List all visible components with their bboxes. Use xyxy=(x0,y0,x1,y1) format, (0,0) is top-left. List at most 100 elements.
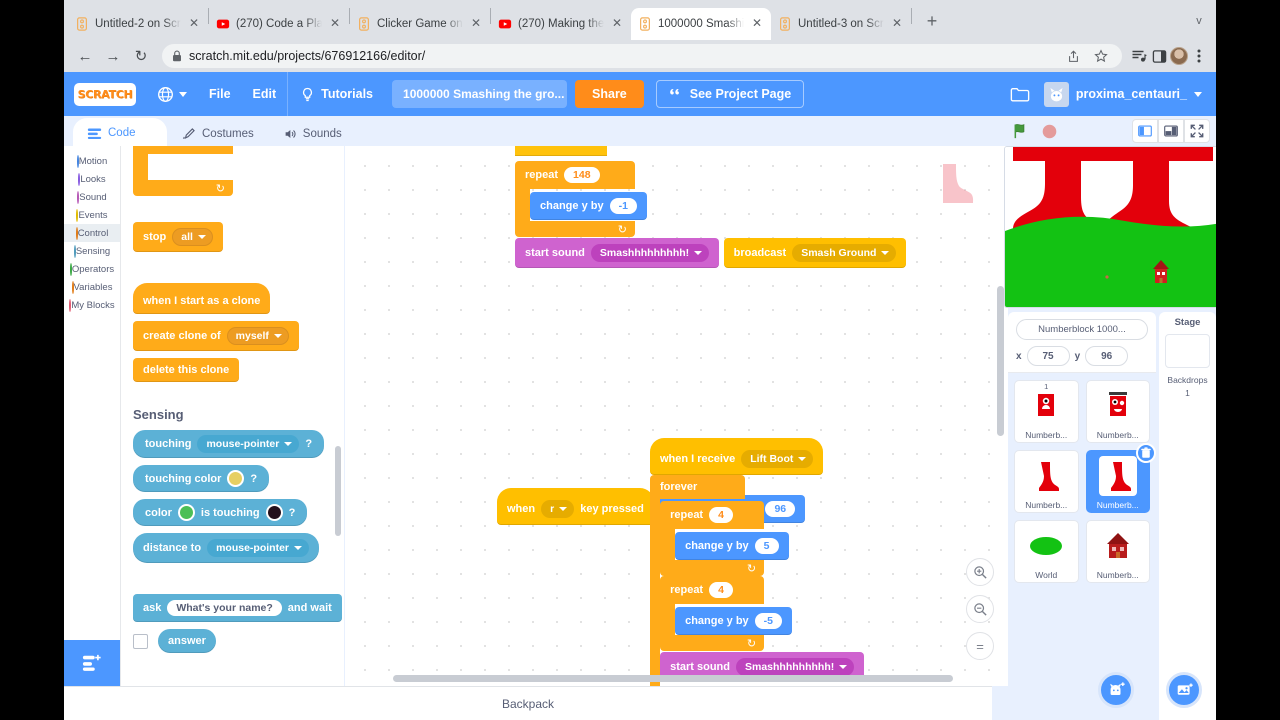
start-sound-dropdown[interactable]: Smashhhhhhhhh! xyxy=(735,658,855,676)
sprite-tile-selected[interactable]: Numberb... xyxy=(1085,443,1156,513)
change-y-value-input[interactable]: -5 xyxy=(754,613,782,629)
backdrop-thumbnail[interactable] xyxy=(1165,334,1210,368)
color-swatch-icon[interactable] xyxy=(177,504,195,521)
category-looks[interactable]: Looks xyxy=(64,170,120,188)
block-change-y-by[interactable]: change y by 5 xyxy=(675,532,789,560)
tab-close-icon[interactable]: ✕ xyxy=(890,17,904,31)
sprite-tile[interactable]: 1 Numberb... xyxy=(1014,380,1079,443)
tab-code[interactable]: Code xyxy=(73,118,167,148)
broadcast-dropdown[interactable]: Smash Ground xyxy=(792,244,897,262)
block-touching[interactable]: touching mouse-pointer ? xyxy=(133,430,325,458)
block-change-y-by[interactable]: change y by -5 xyxy=(675,607,792,635)
menu-edit[interactable]: Edit xyxy=(242,72,288,116)
category-control[interactable]: Control xyxy=(64,224,120,242)
browser-tab[interactable]: Untitled-3 on Scratch ✕ xyxy=(771,8,911,40)
scratch-logo[interactable]: SCRATCH xyxy=(74,82,136,106)
block-start-sound[interactable]: start sound Smashhhhhhhhh! xyxy=(515,238,720,268)
delete-sprite-button[interactable] xyxy=(1136,443,1156,463)
category-events[interactable]: Events xyxy=(64,206,120,224)
repeat-4-up-top[interactable]: repeat 4 xyxy=(660,501,765,529)
sprite-name-input[interactable]: Numberblock 1000... xyxy=(1016,319,1148,340)
repeat-148-bottom[interactable]: ↻ xyxy=(515,221,635,237)
browser-tab-active[interactable]: 1000000 Smashing th ✕ xyxy=(631,8,771,40)
language-selector[interactable] xyxy=(146,72,198,116)
block-when-key-pressed[interactable]: when r key pressed xyxy=(497,488,654,525)
block-broadcast[interactable]: broadcast Smash Ground xyxy=(723,238,907,268)
bookmark-star-icon[interactable] xyxy=(1092,47,1110,65)
tab-close-icon[interactable]: ✕ xyxy=(750,17,764,31)
code-workspace[interactable]: repeat 148 change y by -1 ↻ start sound … xyxy=(345,146,1008,686)
category-my-blocks[interactable]: My Blocks xyxy=(64,296,120,314)
repeat-4-down-bottom[interactable]: ↻ xyxy=(660,635,765,651)
repeat-value-input[interactable]: 148 xyxy=(564,167,600,183)
folder-icon[interactable] xyxy=(1010,86,1030,103)
browser-tab[interactable]: (270) Code a Platform ✕ xyxy=(209,8,349,40)
workspace-vertical-scrollbar[interactable] xyxy=(997,286,1004,436)
sprite-tile[interactable]: World xyxy=(1014,520,1079,583)
backpack-bar[interactable]: Backpack xyxy=(64,686,992,720)
tab-close-icon[interactable]: ✕ xyxy=(610,17,624,31)
sprite-x-input[interactable]: 75 xyxy=(1026,346,1070,366)
back-button[interactable]: ← xyxy=(72,43,98,69)
large-stage-button[interactable] xyxy=(1158,119,1184,143)
block-palette[interactable]: repeat until ↻ stop xyxy=(120,146,344,686)
zoom-out-button[interactable] xyxy=(966,595,994,623)
sidepanel-icon[interactable] xyxy=(1150,47,1168,65)
block-create-clone[interactable]: create clone of myself xyxy=(133,321,299,351)
add-extension-button[interactable] xyxy=(64,640,120,686)
category-variables[interactable]: Variables xyxy=(64,278,120,296)
sprite-y-input[interactable]: 96 xyxy=(1085,346,1129,366)
tab-close-icon[interactable]: ✕ xyxy=(328,17,342,31)
block-when-i-receive[interactable]: when I receive Lift Boot xyxy=(650,438,824,475)
sprite-tile[interactable]: Numberb... xyxy=(1085,380,1150,443)
block-repeat-4-down[interactable]: repeat 4 change y by -5 ↻ xyxy=(660,576,1008,651)
create-clone-dropdown[interactable]: myself xyxy=(226,327,289,345)
reload-button[interactable]: ↻ xyxy=(128,43,154,69)
tab-close-icon[interactable]: ✕ xyxy=(187,17,201,31)
small-stage-button[interactable] xyxy=(1132,119,1158,143)
see-project-page-button[interactable]: See Project Page xyxy=(655,80,805,108)
script-lift-boot[interactable]: when I receive Lift Boot forever repeat … xyxy=(650,438,1008,686)
repeat-until-bottom[interactable]: ↻ xyxy=(133,180,233,196)
menu-file[interactable]: File xyxy=(198,72,242,116)
distance-to-dropdown[interactable]: mouse-pointer xyxy=(207,539,309,557)
add-backdrop-button[interactable] xyxy=(1166,672,1202,708)
menu-tutorials[interactable]: Tutorials xyxy=(288,72,384,116)
block-color-is-touching[interactable]: color is touching ? xyxy=(133,499,308,526)
block-touching-color[interactable]: touching color ? xyxy=(133,465,270,492)
category-sound[interactable]: Sound xyxy=(64,188,120,206)
green-flag-icon[interactable] xyxy=(1012,122,1031,141)
block-distance-to[interactable]: distance to mouse-pointer xyxy=(133,533,319,563)
block-repeat-148[interactable]: repeat 148 change y by -1 ↻ xyxy=(515,161,906,237)
block-repeat-until[interactable]: repeat until ↻ xyxy=(133,146,233,196)
block-forever[interactable]: forever repeat 4 change y by 5 ↻ repeat … xyxy=(650,475,1008,686)
fullscreen-button[interactable] xyxy=(1184,119,1210,143)
browser-tab[interactable]: (270) Making the MOS ✕ xyxy=(491,8,631,40)
block-ask-and-wait[interactable]: ask What's your name? and wait xyxy=(133,594,342,622)
ask-value-input[interactable]: What's your name? xyxy=(167,600,282,616)
share-icon[interactable] xyxy=(1064,47,1082,65)
tab-costumes[interactable]: Costumes xyxy=(168,120,268,148)
repeat-4-down-top[interactable]: repeat 4 xyxy=(660,576,765,604)
reading-list-icon[interactable] xyxy=(1130,47,1148,65)
category-operators[interactable]: Operators xyxy=(64,260,120,278)
palette-scrollbar[interactable] xyxy=(335,446,341,536)
stop-dropdown[interactable]: all xyxy=(172,228,213,246)
key-dropdown[interactable]: r xyxy=(541,500,575,518)
repeat-4-up-bottom[interactable]: ↻ xyxy=(660,560,765,576)
block-when-start-as-clone[interactable]: when I start as a clone xyxy=(133,283,271,314)
clipped-hat-block[interactable] xyxy=(515,146,607,156)
repeat-value-input[interactable]: 4 xyxy=(709,507,733,523)
profile-avatar[interactable] xyxy=(1170,47,1188,65)
start-sound-dropdown[interactable]: Smashhhhhhhhh! xyxy=(590,244,710,262)
forever-top[interactable]: forever xyxy=(650,475,745,499)
change-y-value-input[interactable]: 5 xyxy=(754,538,779,554)
stage[interactable] xyxy=(1004,146,1216,308)
forward-button[interactable]: → xyxy=(100,43,126,69)
tab-close-icon[interactable]: ✕ xyxy=(469,17,483,31)
share-button[interactable]: Share xyxy=(575,80,644,108)
block-stop[interactable]: stop all xyxy=(133,222,223,252)
project-title-input[interactable]: 1000000 Smashing the gro... xyxy=(392,80,568,108)
tab-list-button[interactable]: v xyxy=(1182,8,1216,36)
repeat-until-top[interactable]: repeat until xyxy=(133,146,233,154)
